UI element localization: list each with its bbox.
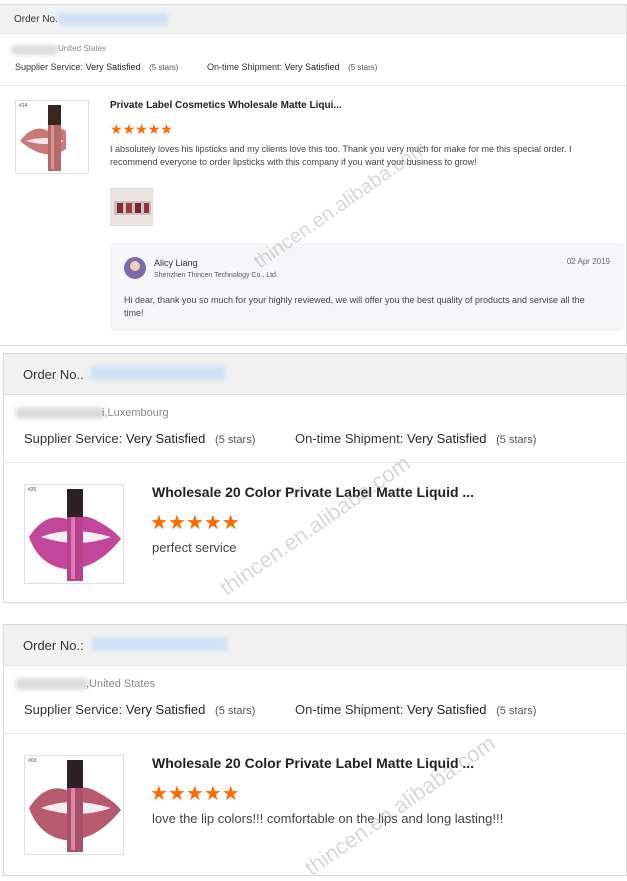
- star-icon: ★: [221, 512, 240, 534]
- reply-author: Alicy Liang: [154, 258, 198, 268]
- order-label: Order No.:: [23, 638, 84, 653]
- product-number: #03: [28, 758, 37, 764]
- order-header: Order No.:: [4, 625, 626, 666]
- review-card-1: Order No. United States Supplier Service…: [0, 4, 627, 346]
- shipment-value: Very Satisfied: [284, 62, 340, 72]
- buyer-name-redacted: [16, 678, 88, 690]
- star-icon: ★: [221, 783, 240, 805]
- product-number: #14: [19, 103, 28, 109]
- order-number-redacted: [92, 637, 227, 651]
- review-card-2: Order No.. i,Luxembourg Supplier Service…: [3, 353, 627, 603]
- rating-summary: Supplier Service: Very Satisfied (5 star…: [15, 62, 377, 72]
- buyer-location: i,Luxembourg: [102, 407, 169, 419]
- product-thumbnail[interactable]: #14: [15, 100, 89, 174]
- reply-text: Hi dear, thank you so much for your high…: [124, 295, 585, 318]
- buyer-name-redacted: [16, 407, 104, 419]
- star-icon: ★: [150, 783, 168, 805]
- buyer-name-redacted: [12, 45, 58, 55]
- lipstick-image: [29, 760, 121, 852]
- star-icon: ★: [150, 512, 168, 534]
- photo-image: [111, 189, 152, 225]
- shipment-stars: (5 stars): [496, 434, 537, 446]
- star-icon: ★: [185, 783, 204, 805]
- product-thumbnail[interactable]: #03: [24, 755, 124, 855]
- review-comment: love the lip colors!!! comfortable on th…: [152, 811, 504, 826]
- star-icon: ★: [135, 121, 148, 137]
- review-comment: I absolutely loves his lipsticks and my …: [110, 144, 572, 167]
- supplier-reply: Alicy Liang Shenzhen Thincen Technology …: [110, 243, 624, 331]
- supplier-service-value: Very Satisfied: [125, 431, 206, 446]
- supplier-service-stars: (5 stars): [215, 705, 256, 717]
- buyer-location: United States: [58, 44, 107, 53]
- star-icon: ★: [167, 512, 186, 534]
- supplier-service-stars: (5 stars): [215, 434, 256, 446]
- supplier-service-label: Supplier Service:: [15, 62, 84, 72]
- star-icon: ★: [110, 121, 123, 137]
- product-title-link[interactable]: Wholesale 20 Color Private Label Matte L…: [152, 484, 474, 500]
- order-label: Order No.: [14, 14, 58, 25]
- star-icon: ★: [185, 512, 204, 534]
- divider: [4, 462, 626, 463]
- lipstick-image: [29, 489, 121, 581]
- supplier-service-value: Very Satisfied: [85, 62, 141, 72]
- rating-summary: Supplier Service: Very Satisfied (5 star…: [24, 702, 536, 717]
- product-thumbnail[interactable]: #20: [24, 484, 124, 584]
- supplier-avatar: [124, 257, 146, 279]
- order-header: Order No.: [0, 5, 626, 34]
- shipment-value: Very Satisfied: [407, 431, 487, 446]
- reply-company: Shenzhen Thincen Technology Co., Ltd.: [154, 272, 278, 279]
- shipment-stars: (5 stars): [496, 705, 537, 717]
- order-number-redacted: [90, 366, 225, 380]
- supplier-service-value: Very Satisfied: [125, 702, 206, 717]
- supplier-service-stars: (5 stars): [149, 63, 179, 72]
- rating-summary: Supplier Service: Very Satisfied (5 star…: [24, 431, 536, 446]
- review-photo[interactable]: [110, 188, 153, 226]
- product-title-link[interactable]: Private Label Cosmetics Wholesale Matte …: [110, 100, 342, 111]
- buyer-location: ,United States: [86, 678, 156, 690]
- star-icon: ★: [122, 121, 136, 137]
- supplier-service-label: Supplier Service:: [24, 702, 123, 717]
- star-icon: ★: [203, 512, 222, 534]
- rating-stars: ★★★★★: [150, 781, 240, 806]
- reply-date: 02 Apr 2019: [566, 257, 610, 266]
- lipstick-image: [20, 105, 66, 171]
- divider: [0, 85, 626, 86]
- order-number-redacted: [58, 13, 168, 25]
- rating-stars: ★★★★★: [110, 121, 173, 138]
- star-icon: ★: [203, 783, 222, 805]
- shipment-label: On-time Shipment:: [295, 431, 404, 446]
- review-comment: perfect service: [152, 540, 237, 555]
- shipment-label: On-time Shipment:: [206, 62, 282, 72]
- star-icon: ★: [147, 121, 161, 137]
- shipment-stars: (5 stars): [348, 63, 378, 72]
- product-number: #20: [28, 487, 37, 493]
- rating-stars: ★★★★★: [150, 510, 240, 535]
- shipment-value: Very Satisfied: [407, 702, 487, 717]
- star-icon: ★: [167, 783, 186, 805]
- supplier-service-label: Supplier Service:: [24, 431, 123, 446]
- divider: [4, 733, 626, 734]
- review-card-3: Order No.: ,United States Supplier Servi…: [3, 624, 627, 876]
- order-header: Order No..: [4, 354, 626, 395]
- order-label: Order No..: [23, 367, 84, 382]
- product-title-link[interactable]: Wholesale 20 Color Private Label Matte L…: [152, 755, 474, 771]
- star-icon: ★: [160, 121, 173, 137]
- shipment-label: On-time Shipment:: [295, 702, 404, 717]
